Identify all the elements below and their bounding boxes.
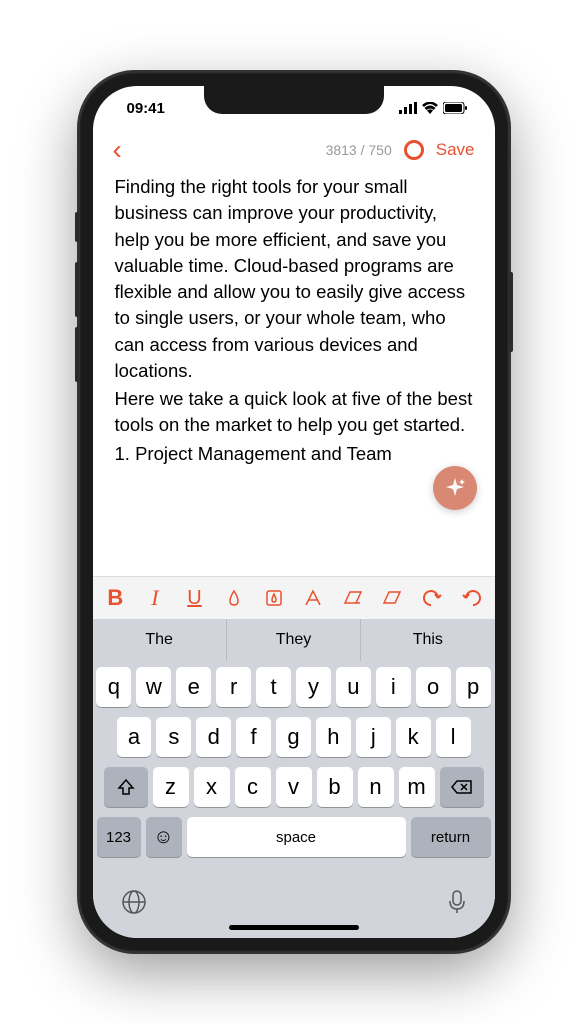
loading-indicator — [404, 140, 424, 160]
save-button[interactable]: Save — [436, 140, 475, 160]
key-v[interactable]: v — [276, 767, 312, 807]
key-g[interactable]: g — [276, 717, 311, 757]
key-h[interactable]: h — [316, 717, 351, 757]
sparkle-icon — [443, 476, 467, 500]
keyboard: q w e r t y u i o p a s d f g h j k l — [93, 661, 495, 875]
bold-button[interactable]: B — [103, 585, 129, 611]
key-m[interactable]: m — [399, 767, 435, 807]
key-q[interactable]: q — [96, 667, 131, 707]
highlight-button[interactable] — [261, 588, 287, 608]
paragraph[interactable]: 1. Project Management and Team — [115, 441, 473, 467]
suggestion[interactable]: The — [93, 619, 227, 661]
key-t[interactable]: t — [256, 667, 291, 707]
shift-key[interactable] — [104, 767, 148, 807]
backspace-key[interactable] — [440, 767, 484, 807]
clear-format-button[interactable] — [340, 588, 366, 608]
key-x[interactable]: x — [194, 767, 230, 807]
suggestion[interactable]: They — [227, 619, 361, 661]
return-key[interactable]: return — [411, 817, 491, 857]
key-y[interactable]: y — [296, 667, 331, 707]
suggestion[interactable]: This — [361, 619, 494, 661]
key-i[interactable]: i — [376, 667, 411, 707]
eraser-button[interactable] — [380, 588, 406, 608]
key-c[interactable]: c — [235, 767, 271, 807]
key-d[interactable]: d — [196, 717, 231, 757]
format-toolbar: B I U — [93, 576, 495, 619]
keyboard-suggestions: The They This — [93, 619, 495, 661]
font-button[interactable] — [300, 587, 326, 609]
emoji-key[interactable]: ☺ — [146, 817, 182, 857]
italic-button[interactable]: I — [142, 585, 168, 611]
key-e[interactable]: e — [176, 667, 211, 707]
ai-assist-button[interactable] — [433, 466, 477, 510]
key-w[interactable]: w — [136, 667, 171, 707]
battery-icon — [443, 102, 467, 114]
key-o[interactable]: o — [416, 667, 451, 707]
mic-icon[interactable] — [447, 889, 467, 915]
signal-icon — [399, 102, 417, 114]
wifi-icon — [422, 102, 438, 114]
home-indicator[interactable] — [229, 925, 359, 930]
backspace-icon — [451, 779, 473, 795]
paragraph[interactable]: Finding the right tools for your small b… — [115, 174, 473, 384]
editor-content[interactable]: Finding the right tools for your small b… — [93, 174, 495, 576]
keyboard-footer — [93, 875, 495, 919]
key-z[interactable]: z — [153, 767, 189, 807]
redo-button[interactable] — [459, 588, 485, 608]
key-s[interactable]: s — [156, 717, 191, 757]
key-r[interactable]: r — [216, 667, 251, 707]
paragraph[interactable]: Here we take a quick look at five of the… — [115, 386, 473, 439]
key-a[interactable]: a — [117, 717, 152, 757]
nav-bar: ‹ 3813 / 750 Save — [93, 130, 495, 174]
key-l[interactable]: l — [436, 717, 471, 757]
status-time: 09:41 — [127, 100, 165, 117]
shift-icon — [117, 778, 135, 796]
back-button[interactable]: ‹ — [113, 136, 122, 164]
globe-icon[interactable] — [121, 889, 147, 915]
key-n[interactable]: n — [358, 767, 394, 807]
char-counter: 3813 / 750 — [326, 142, 392, 158]
key-b[interactable]: b — [317, 767, 353, 807]
text-color-button[interactable] — [221, 588, 247, 608]
key-u[interactable]: u — [336, 667, 371, 707]
key-p[interactable]: p — [456, 667, 491, 707]
space-key[interactable]: space — [187, 817, 406, 857]
undo-button[interactable] — [419, 588, 445, 608]
key-f[interactable]: f — [236, 717, 271, 757]
numbers-key[interactable]: 123 — [97, 817, 141, 857]
key-j[interactable]: j — [356, 717, 391, 757]
key-k[interactable]: k — [396, 717, 431, 757]
underline-button[interactable]: U — [182, 587, 208, 610]
